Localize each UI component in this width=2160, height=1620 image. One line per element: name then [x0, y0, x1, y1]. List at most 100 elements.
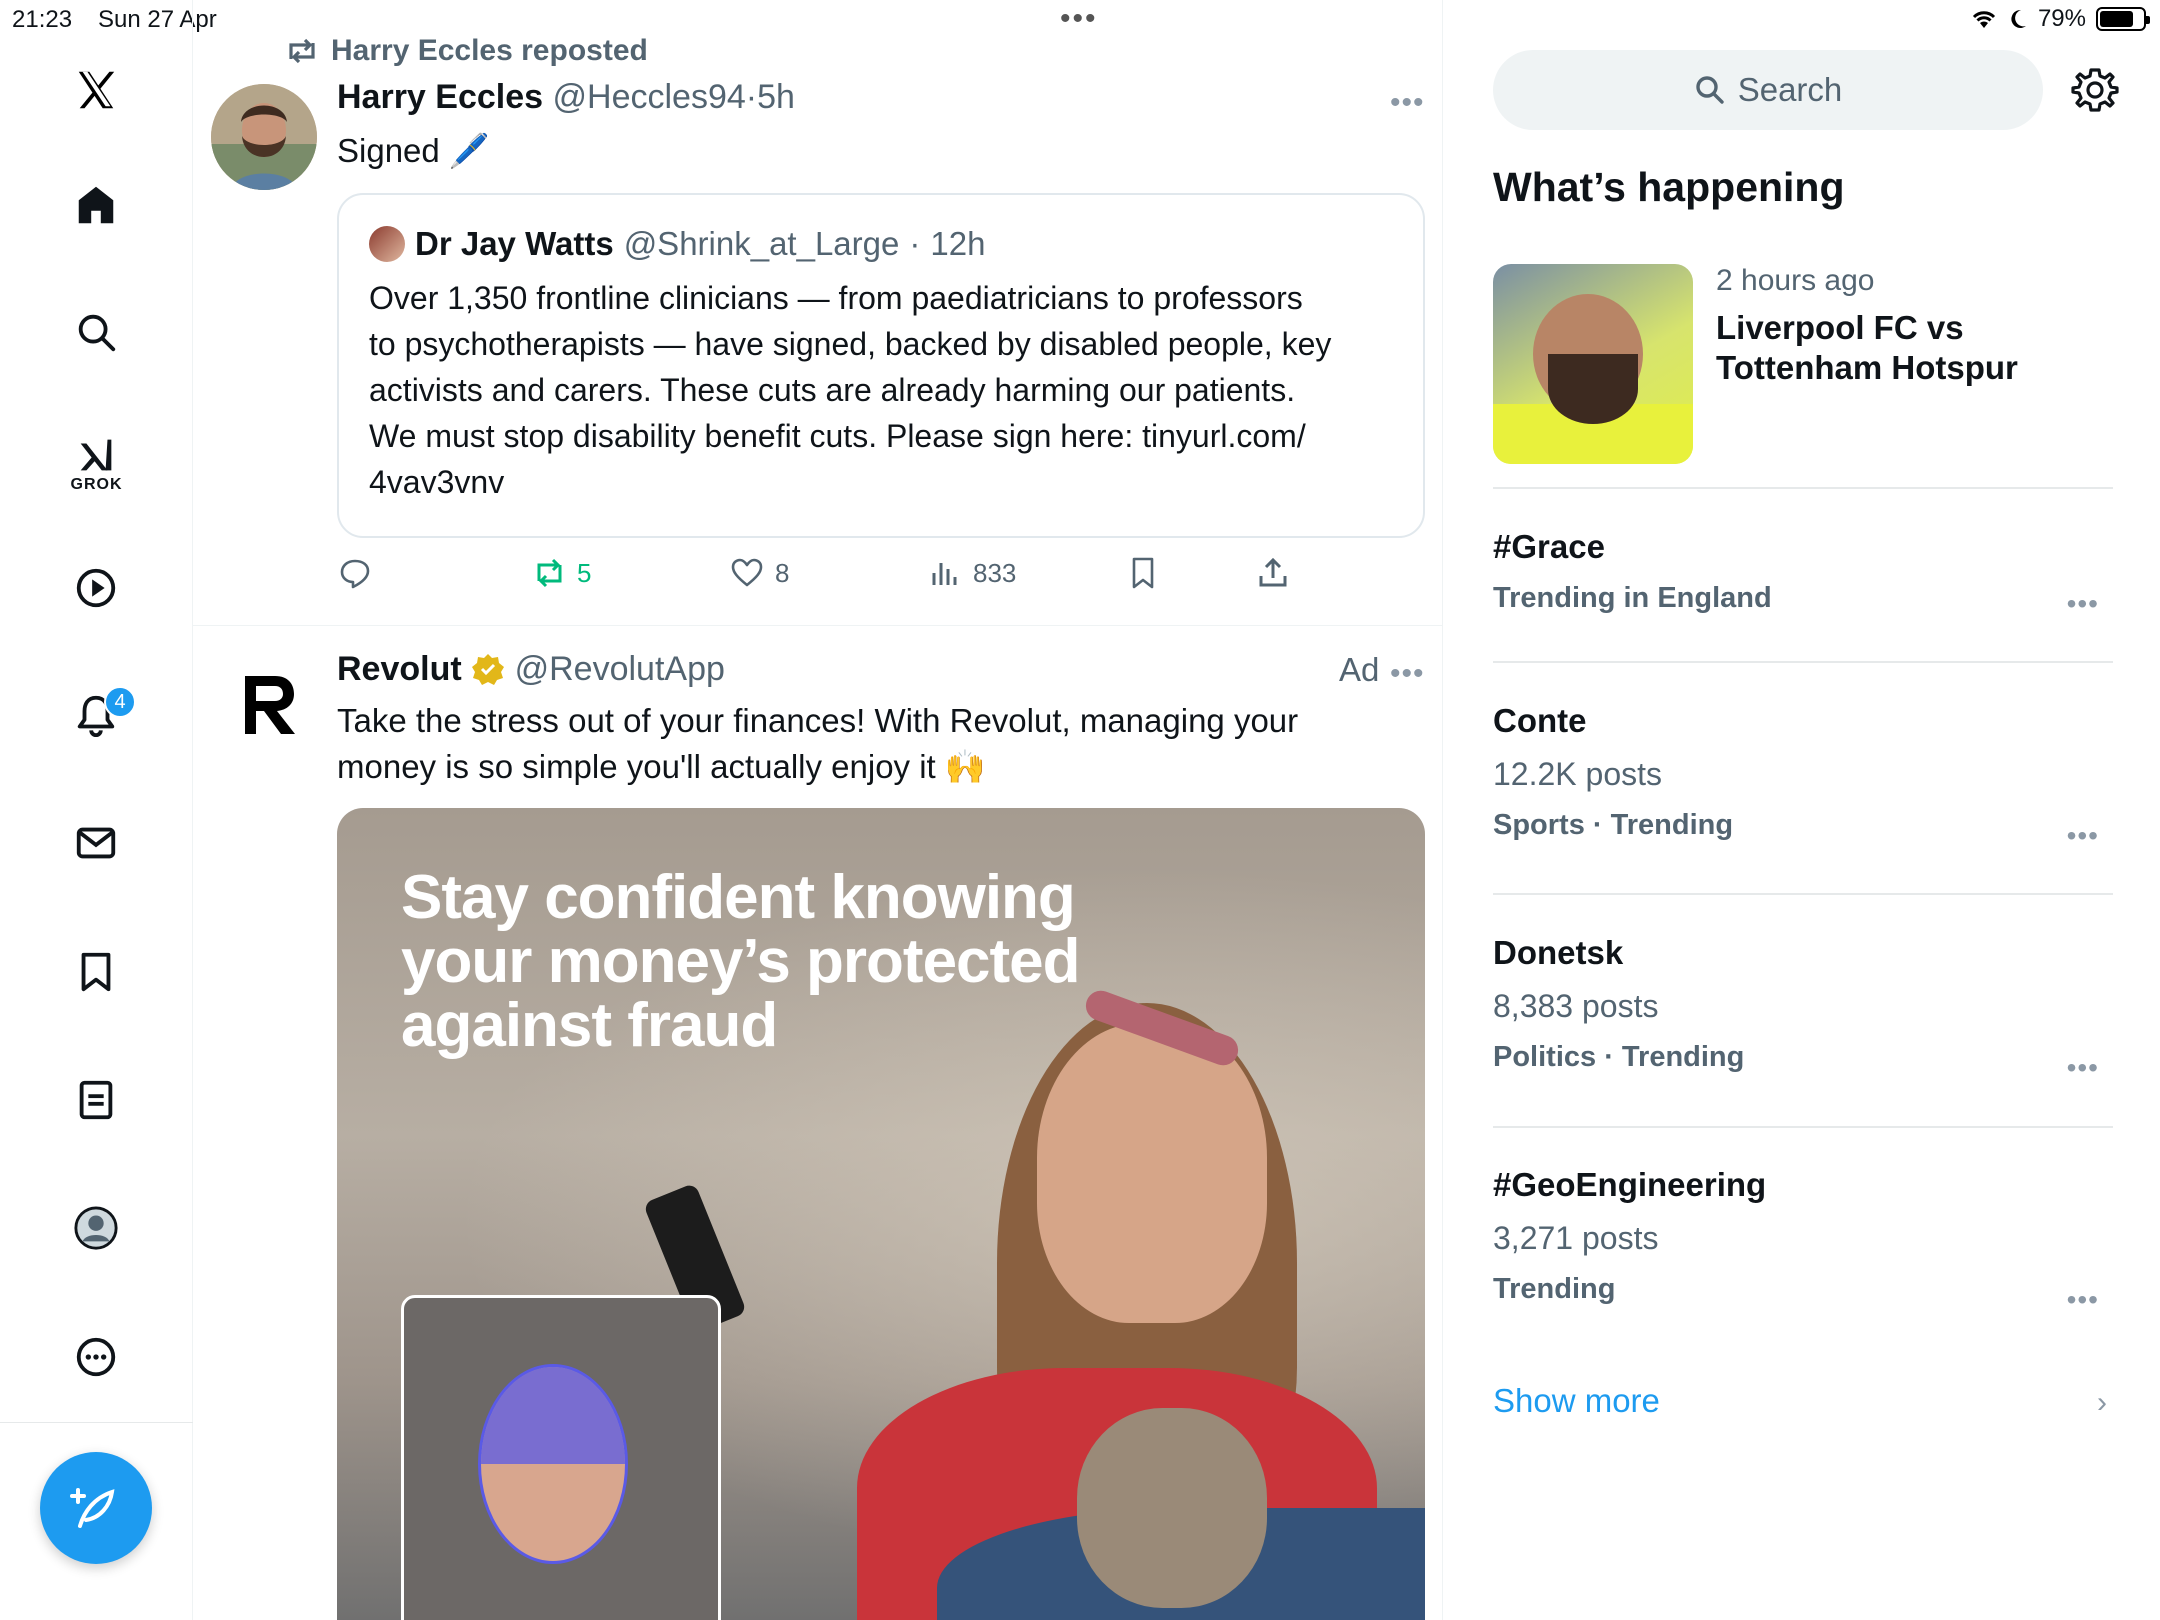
bookmark-button[interactable] [1125, 555, 1161, 591]
notifications-badge: 4 [104, 686, 136, 718]
lists-icon[interactable] [56, 1060, 136, 1140]
ad-image[interactable]: Stay confident knowing your money’s prot… [337, 808, 1425, 1620]
trend-name: Donetsk [1493, 934, 1624, 971]
grok-label: GROK [70, 476, 123, 493]
news-time: 2 hours ago [1716, 264, 1875, 297]
views-icon [932, 563, 957, 585]
author-name[interactable]: Harry Eccles [337, 78, 543, 116]
ad-headline: Stay confident knowing your money’s prot… [401, 866, 1161, 1058]
whats-happening-title: What’s happening [1493, 164, 1845, 210]
chevron-right-icon[interactable]: › [2097, 1386, 2107, 1420]
repost-label: Harry Eccles reposted [331, 34, 648, 67]
trend-more-icon[interactable]: ••• [2067, 1052, 2099, 1084]
news-title: Liverpool FC vs Tottenham Hotspur [1716, 309, 2018, 386]
ad-photo-cat [1077, 1408, 1267, 1608]
quoted-post[interactable]: Dr Jay Watts @Shrink_at_Large · 12h Over 1… [337, 193, 1425, 538]
divider [1493, 661, 2113, 663]
repost-icon [537, 558, 562, 588]
quote-header: Dr Jay Watts @Shrink_at_Large · 12h [369, 225, 985, 263]
post-time[interactable]: 5h [757, 78, 795, 116]
more-options-icon[interactable]: ••• [1390, 86, 1425, 120]
more-icon[interactable] [56, 1317, 136, 1397]
search-input[interactable]: Search [1493, 50, 2043, 130]
ad-header: Revolut @RevolutApp [337, 650, 725, 689]
quote-text: Over 1,350 frontline clinicians — from p… [369, 275, 1331, 505]
post-actions: 5 8 833 [337, 555, 1337, 605]
like-count: 8 [775, 557, 790, 588]
ad-text: Take the stress out of your finances! Wi… [337, 698, 1298, 790]
trend-item[interactable]: Donetsk 8,383 posts Politics · Trending … [1493, 934, 2113, 1083]
post-header: Harry Eccles @Heccles94·5h [337, 78, 795, 116]
verified-gold-icon [472, 654, 505, 685]
ad-face-scan-inset [401, 1295, 721, 1620]
avatar [369, 226, 405, 262]
trend-item[interactable]: #GeoEngineering 3,271 posts Trending ••• [1493, 1166, 2113, 1315]
ad-photo-face [1037, 1023, 1267, 1323]
trend-context: Trending in England [1493, 582, 1772, 614]
news-item[interactable]: 2 hours ago Liverpool FC vs Tottenham Ho… [1493, 264, 2113, 464]
like-button[interactable]: 8 [729, 555, 789, 591]
search-placeholder: Search [1737, 71, 1843, 108]
quote-author-name: Dr Jay Watts [415, 225, 614, 262]
bookmark-icon [1132, 557, 1154, 589]
quote-line: 4vav3vnv [369, 464, 505, 500]
trend-context: Trending [1493, 1273, 1616, 1305]
settings-gear-icon[interactable] [2071, 66, 2119, 114]
trend-item[interactable]: #Grace Trending in England ••• [1493, 528, 2113, 619]
explore-icon[interactable] [56, 292, 136, 372]
trend-more-icon[interactable]: ••• [2067, 588, 2099, 620]
trend-more-icon[interactable]: ••• [2067, 1284, 2099, 1316]
reply-button[interactable] [337, 555, 373, 591]
quote-line: activists and carers. These cuts are alr… [369, 372, 1296, 408]
trend-posts: 8,383 posts [1493, 988, 1659, 1024]
messages-icon[interactable] [56, 803, 136, 883]
video-icon[interactable] [56, 548, 136, 628]
author-handle[interactable]: @Heccles94 [553, 78, 746, 116]
avatar[interactable] [211, 84, 317, 190]
heart-icon [731, 558, 763, 587]
post-harry-eccles[interactable]: Harry Eccles reposted Harry Eccles @Hecc… [193, 0, 1442, 626]
trend-name: Conte [1493, 702, 1587, 739]
views-button[interactable]: 833 [927, 555, 1016, 591]
share-button[interactable] [1255, 555, 1291, 591]
more-options-icon[interactable]: ••• [1390, 657, 1425, 691]
x-logo-icon[interactable] [56, 50, 136, 130]
ad-headline-line: Stay confident knowing [401, 863, 1076, 932]
trend-context: Politics · Trending [1493, 1041, 1745, 1073]
quote-line: to psychotherapists — have signed, backe… [369, 326, 1332, 362]
divider [1493, 1126, 2113, 1128]
repost-indicator: Harry Eccles reposted [285, 34, 648, 68]
repost-count: 5 [577, 557, 592, 588]
show-more-link[interactable]: Show more [1493, 1382, 1660, 1420]
divider [1493, 893, 2113, 895]
compose-button[interactable] [40, 1452, 152, 1564]
author-name[interactable]: Revolut [337, 650, 462, 688]
author-handle[interactable]: @RevolutApp [515, 650, 725, 688]
repost-button[interactable]: 5 [531, 555, 591, 591]
trend-item[interactable]: Conte 12.2K posts Sports · Trending ••• [1493, 702, 2113, 851]
ad-text-line: money is so simple you'll actually enjoy… [337, 748, 986, 785]
timeline: Harry Eccles reposted Harry Eccles @Hecc… [193, 0, 1443, 1620]
bookmarks-icon[interactable] [56, 932, 136, 1012]
quote-line: Over 1,350 frontline clinicians — from p… [369, 280, 1303, 316]
compose-feather-icon [70, 1488, 115, 1528]
views-count: 833 [973, 557, 1017, 588]
post-text: Signed 🖊️ [337, 132, 491, 169]
news-thumbnail [1493, 264, 1693, 464]
trend-posts: 3,271 posts [1493, 1220, 1659, 1256]
trend-context: Sports · Trending [1493, 809, 1734, 841]
face-scan-oval [478, 1364, 628, 1564]
divider [1493, 487, 2113, 489]
ad-headline-line: against fraud [401, 991, 778, 1060]
reply-icon [340, 559, 370, 589]
quote-author-handle: @Shrink_at_Large [623, 225, 900, 262]
revolut-logo[interactable] [241, 672, 299, 738]
trend-more-icon[interactable]: ••• [2067, 820, 2099, 852]
left-nav: GROK 4 [0, 0, 193, 1620]
trend-name: #Grace [1493, 528, 1605, 565]
repost-icon [289, 38, 315, 64]
home-icon[interactable] [56, 165, 136, 245]
profile-icon[interactable] [56, 1188, 136, 1268]
ad-text-line: Take the stress out of your finances! Wi… [337, 702, 1299, 739]
trend-posts: 12.2K posts [1493, 756, 1662, 792]
